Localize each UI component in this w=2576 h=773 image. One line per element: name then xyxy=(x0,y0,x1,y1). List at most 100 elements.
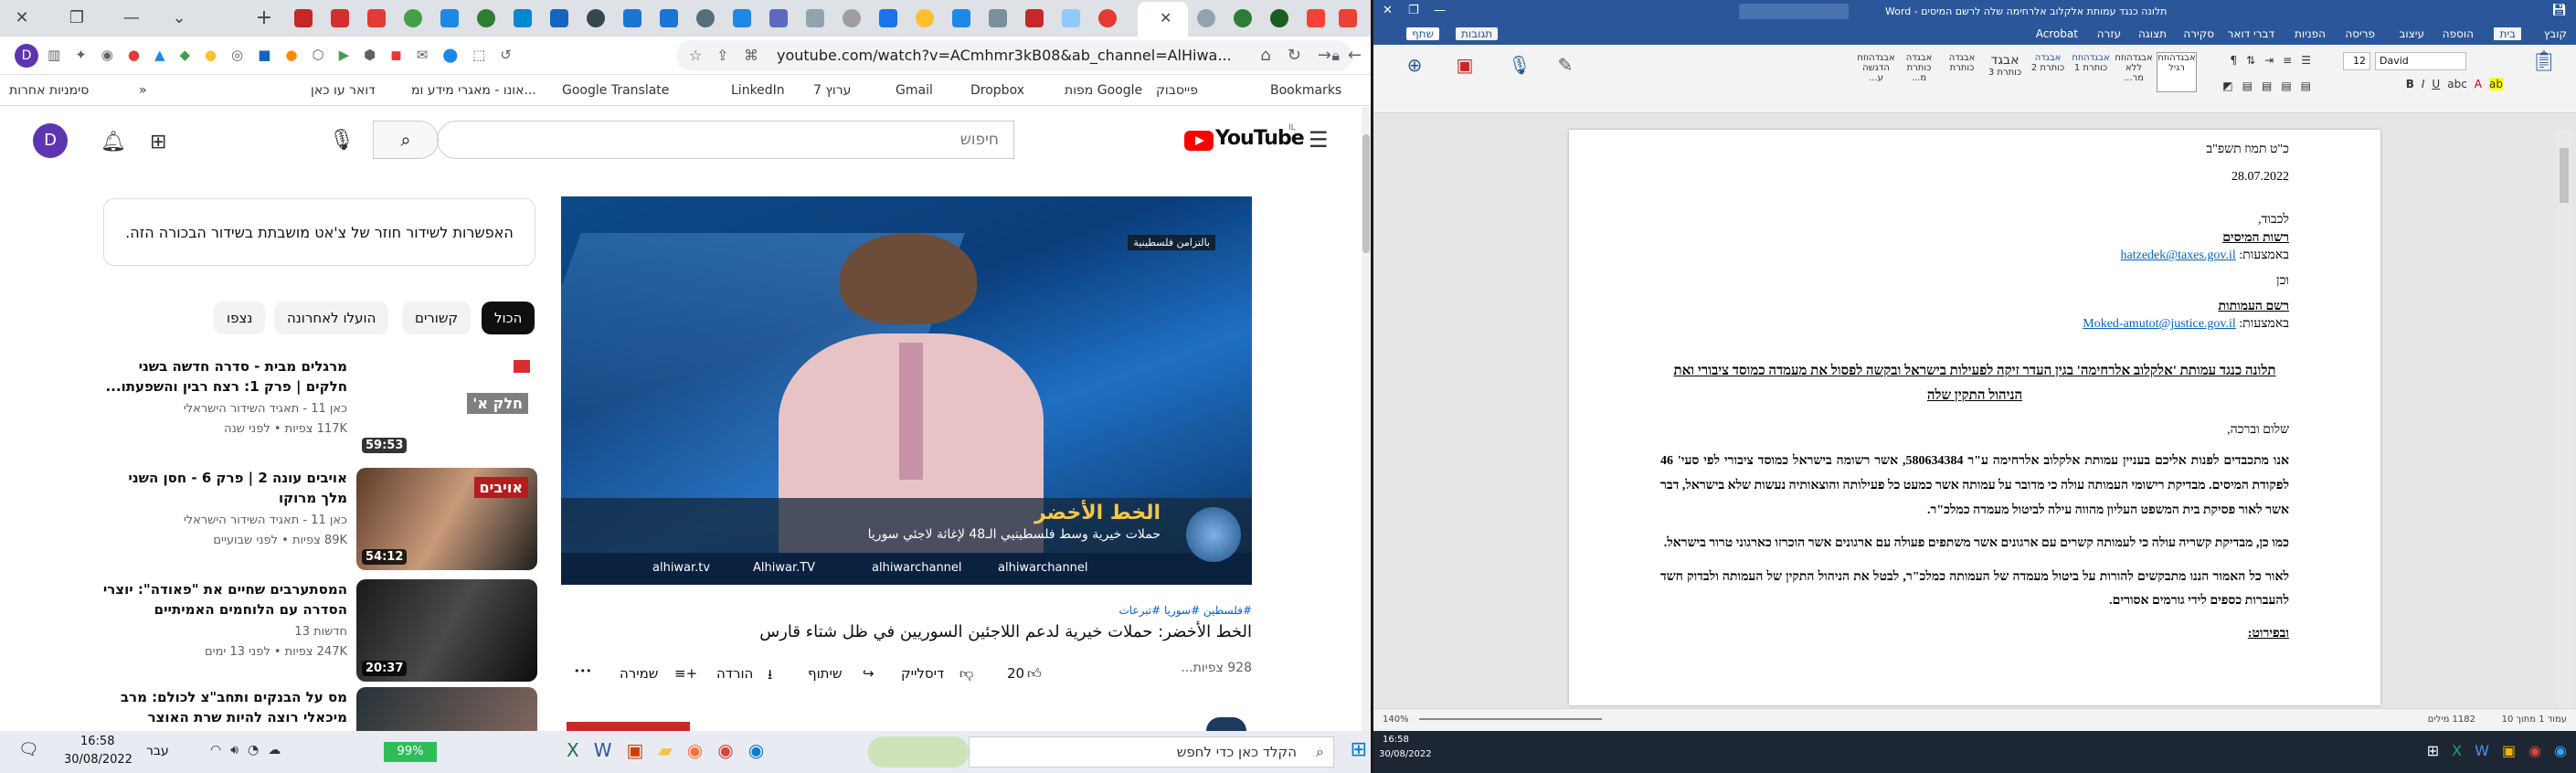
channel-name[interactable]: כאן 11 - תאגיד השידור הישראלי xyxy=(101,402,347,416)
extension-icon[interactable]: ◼ xyxy=(390,47,401,63)
chip-recent[interactable]: הועלו לאחרונה xyxy=(274,302,389,334)
tab-design[interactable]: עיצוב xyxy=(2399,27,2424,40)
numbering-icon[interactable]: ≡ xyxy=(2283,54,2292,67)
channel-name[interactable]: חדשות 13 xyxy=(101,625,347,639)
extension-icon[interactable]: ✉ xyxy=(417,47,429,63)
extension-icon[interactable]: ⬤ xyxy=(442,47,458,63)
word-icon[interactable]: W xyxy=(2475,742,2489,759)
word-icon[interactable]: W xyxy=(594,739,612,761)
extension-icon[interactable]: ● xyxy=(128,47,140,63)
chip-related[interactable]: קשורים xyxy=(402,302,472,334)
bookmark-item[interactable]: LinkedIn xyxy=(731,83,785,98)
paste-icon[interactable]: 📋︎ xyxy=(2519,50,2569,105)
tab-favicon[interactable] xyxy=(550,9,568,27)
video-title[interactable]: אויבים עונה 2 | פרק 6 - חסן השני מלך מרו… xyxy=(101,468,347,508)
tab-favicon[interactable] xyxy=(879,9,897,27)
bookmark-item[interactable]: דואר עו כאן xyxy=(311,83,376,98)
extension-icon[interactable]: ⬡ xyxy=(313,47,324,63)
document-scrollbar[interactable] xyxy=(2557,130,2571,708)
tab-view[interactable]: תצוגה xyxy=(2138,27,2167,40)
reload-icon[interactable]: ↻ xyxy=(1288,46,1301,65)
tab-favicon[interactable] xyxy=(1062,9,1080,27)
align-left-icon[interactable]: ▤ xyxy=(2262,79,2272,92)
align-center-icon[interactable]: ▤ xyxy=(2281,79,2291,92)
pilcrow-icon[interactable]: ¶ xyxy=(2230,54,2237,67)
chrome-icon[interactable]: ◉ xyxy=(2528,742,2541,759)
gmail-tab-favicon[interactable] xyxy=(1339,9,1357,27)
tab-help[interactable]: עזרה xyxy=(2097,27,2121,40)
strikethrough-button[interactable]: abc xyxy=(2447,78,2467,90)
style-heading1[interactable]: אבגדהוזח כותרת 1 xyxy=(2071,52,2111,92)
restore-window-button[interactable]: ❐ xyxy=(1408,4,1419,17)
tab-file[interactable]: קובץ xyxy=(2544,27,2567,40)
video-player[interactable]: بالتزامن فلسطينية الخط الأخضر حملات خيري… xyxy=(561,196,1252,585)
sort-icon[interactable]: ⇅ xyxy=(2246,54,2255,67)
home-icon[interactable]: ⌂ xyxy=(1260,46,1270,65)
video-title[interactable]: מרגלים מבית - סדרה חדשה בשני חלקים | פרק… xyxy=(101,356,347,397)
style-normal[interactable]: אבגדהוזח רגיל xyxy=(2157,52,2197,92)
style-title[interactable]: אבגדה כותרת xyxy=(1942,52,1982,92)
tab-mailings[interactable]: דברי דואר xyxy=(2228,27,2274,40)
justify-icon[interactable]: ▤ xyxy=(2242,79,2253,92)
shading-icon[interactable]: ◩ xyxy=(2222,79,2232,92)
tab-review[interactable]: סקירה xyxy=(2183,27,2214,40)
tab-favicon[interactable] xyxy=(1025,9,1044,27)
bell-icon[interactable]: 🔔︎ xyxy=(101,131,126,154)
bookmark-item[interactable]: Bookmarks xyxy=(1270,83,1341,98)
tab-layout[interactable]: פריסה xyxy=(2345,27,2375,40)
avatar[interactable]: D xyxy=(33,123,68,158)
bookmark-item[interactable]: פייסבוק xyxy=(1156,83,1198,98)
file-explorer-icon[interactable]: ▰ xyxy=(658,739,672,761)
search-button[interactable]: ⌕ xyxy=(373,121,439,159)
youtube-logo-icon[interactable] xyxy=(1184,131,1214,151)
more-actions-button[interactable]: ••• xyxy=(574,665,591,677)
back-icon[interactable]: ← xyxy=(1348,46,1362,65)
notifications-icon[interactable]: 🗨︎ xyxy=(18,740,39,759)
extension-icon[interactable]: ■ xyxy=(258,47,270,63)
restore-window-button[interactable]: ❐ xyxy=(64,5,90,31)
tab-favicon[interactable] xyxy=(331,9,349,27)
extension-icon[interactable]: ▶ xyxy=(339,47,350,63)
excel-icon[interactable]: X xyxy=(2452,742,2462,759)
style-subtitle[interactable]: אבגדה כותרת מ... xyxy=(1899,52,1939,92)
document-page[interactable]: כ"ט תמוז תשפ"ב 28.07.2022 לכבוד, רשות המ… xyxy=(1569,130,2380,705)
bookmark-item[interactable]: Dropbox xyxy=(970,83,1024,98)
tab-favicon[interactable] xyxy=(367,9,386,27)
style-emphasis[interactable]: אבגדהוזח הדגשה ע... xyxy=(1856,52,1896,92)
editing-icon[interactable]: ✎ xyxy=(1547,54,1584,100)
bullets-icon[interactable]: ☰ xyxy=(2301,54,2311,67)
firefox-icon[interactable]: ◉ xyxy=(687,739,703,761)
hashtags[interactable]: #فلسطين #سوريا #تبرعات xyxy=(1118,604,1252,617)
save-label[interactable]: שמירה xyxy=(620,665,658,682)
tab-favicon[interactable] xyxy=(477,9,495,27)
clock-date[interactable]: 30/08/2022 xyxy=(64,753,133,767)
tab-favicon[interactable] xyxy=(769,9,788,27)
bold-button[interactable]: B xyxy=(2406,78,2414,90)
word-search-box[interactable] xyxy=(1739,4,1849,19)
highlight-icon[interactable]: ab xyxy=(2489,78,2503,90)
hamburger-menu-icon[interactable]: ☰ xyxy=(1309,127,1329,153)
font-size-field[interactable]: 12 xyxy=(2343,52,2370,70)
tab-favicon[interactable] xyxy=(440,9,459,27)
video-thumbnail[interactable]: 20:37 xyxy=(356,579,537,682)
volume-icon[interactable]: 🔊︎ xyxy=(230,743,239,757)
forward-icon[interactable]: → xyxy=(1318,46,1331,65)
extension-icon[interactable]: ◎ xyxy=(231,47,243,63)
channel-avatar[interactable] xyxy=(1206,717,1246,731)
language-indicator[interactable]: עבר xyxy=(146,744,169,758)
acrobat-pdf-icon[interactable]: ▣ xyxy=(1447,54,1483,100)
tab-favicon[interactable] xyxy=(514,9,532,27)
tab-favicon[interactable] xyxy=(660,9,678,27)
bookmark-item[interactable]: Gmail xyxy=(896,83,933,98)
chip-all[interactable]: הכול xyxy=(482,302,535,334)
close-tab-icon[interactable]: ✕ xyxy=(1160,9,1171,26)
ruler[interactable] xyxy=(1373,113,2576,130)
bookmark-other[interactable]: סימניות אחרות xyxy=(9,83,89,98)
chip-watched[interactable]: נצפו xyxy=(214,302,266,334)
share-label[interactable]: שיתוף xyxy=(808,665,843,682)
comments-button[interactable]: תגובות xyxy=(1456,27,1499,40)
channel-name[interactable]: כאן 11 - תאגיד השידור הישראלי xyxy=(101,514,347,527)
profile-avatar[interactable]: D xyxy=(15,44,38,68)
sensitivity-icon[interactable]: ⊕ xyxy=(1392,54,1437,100)
tab-favicon[interactable] xyxy=(1270,9,1288,27)
